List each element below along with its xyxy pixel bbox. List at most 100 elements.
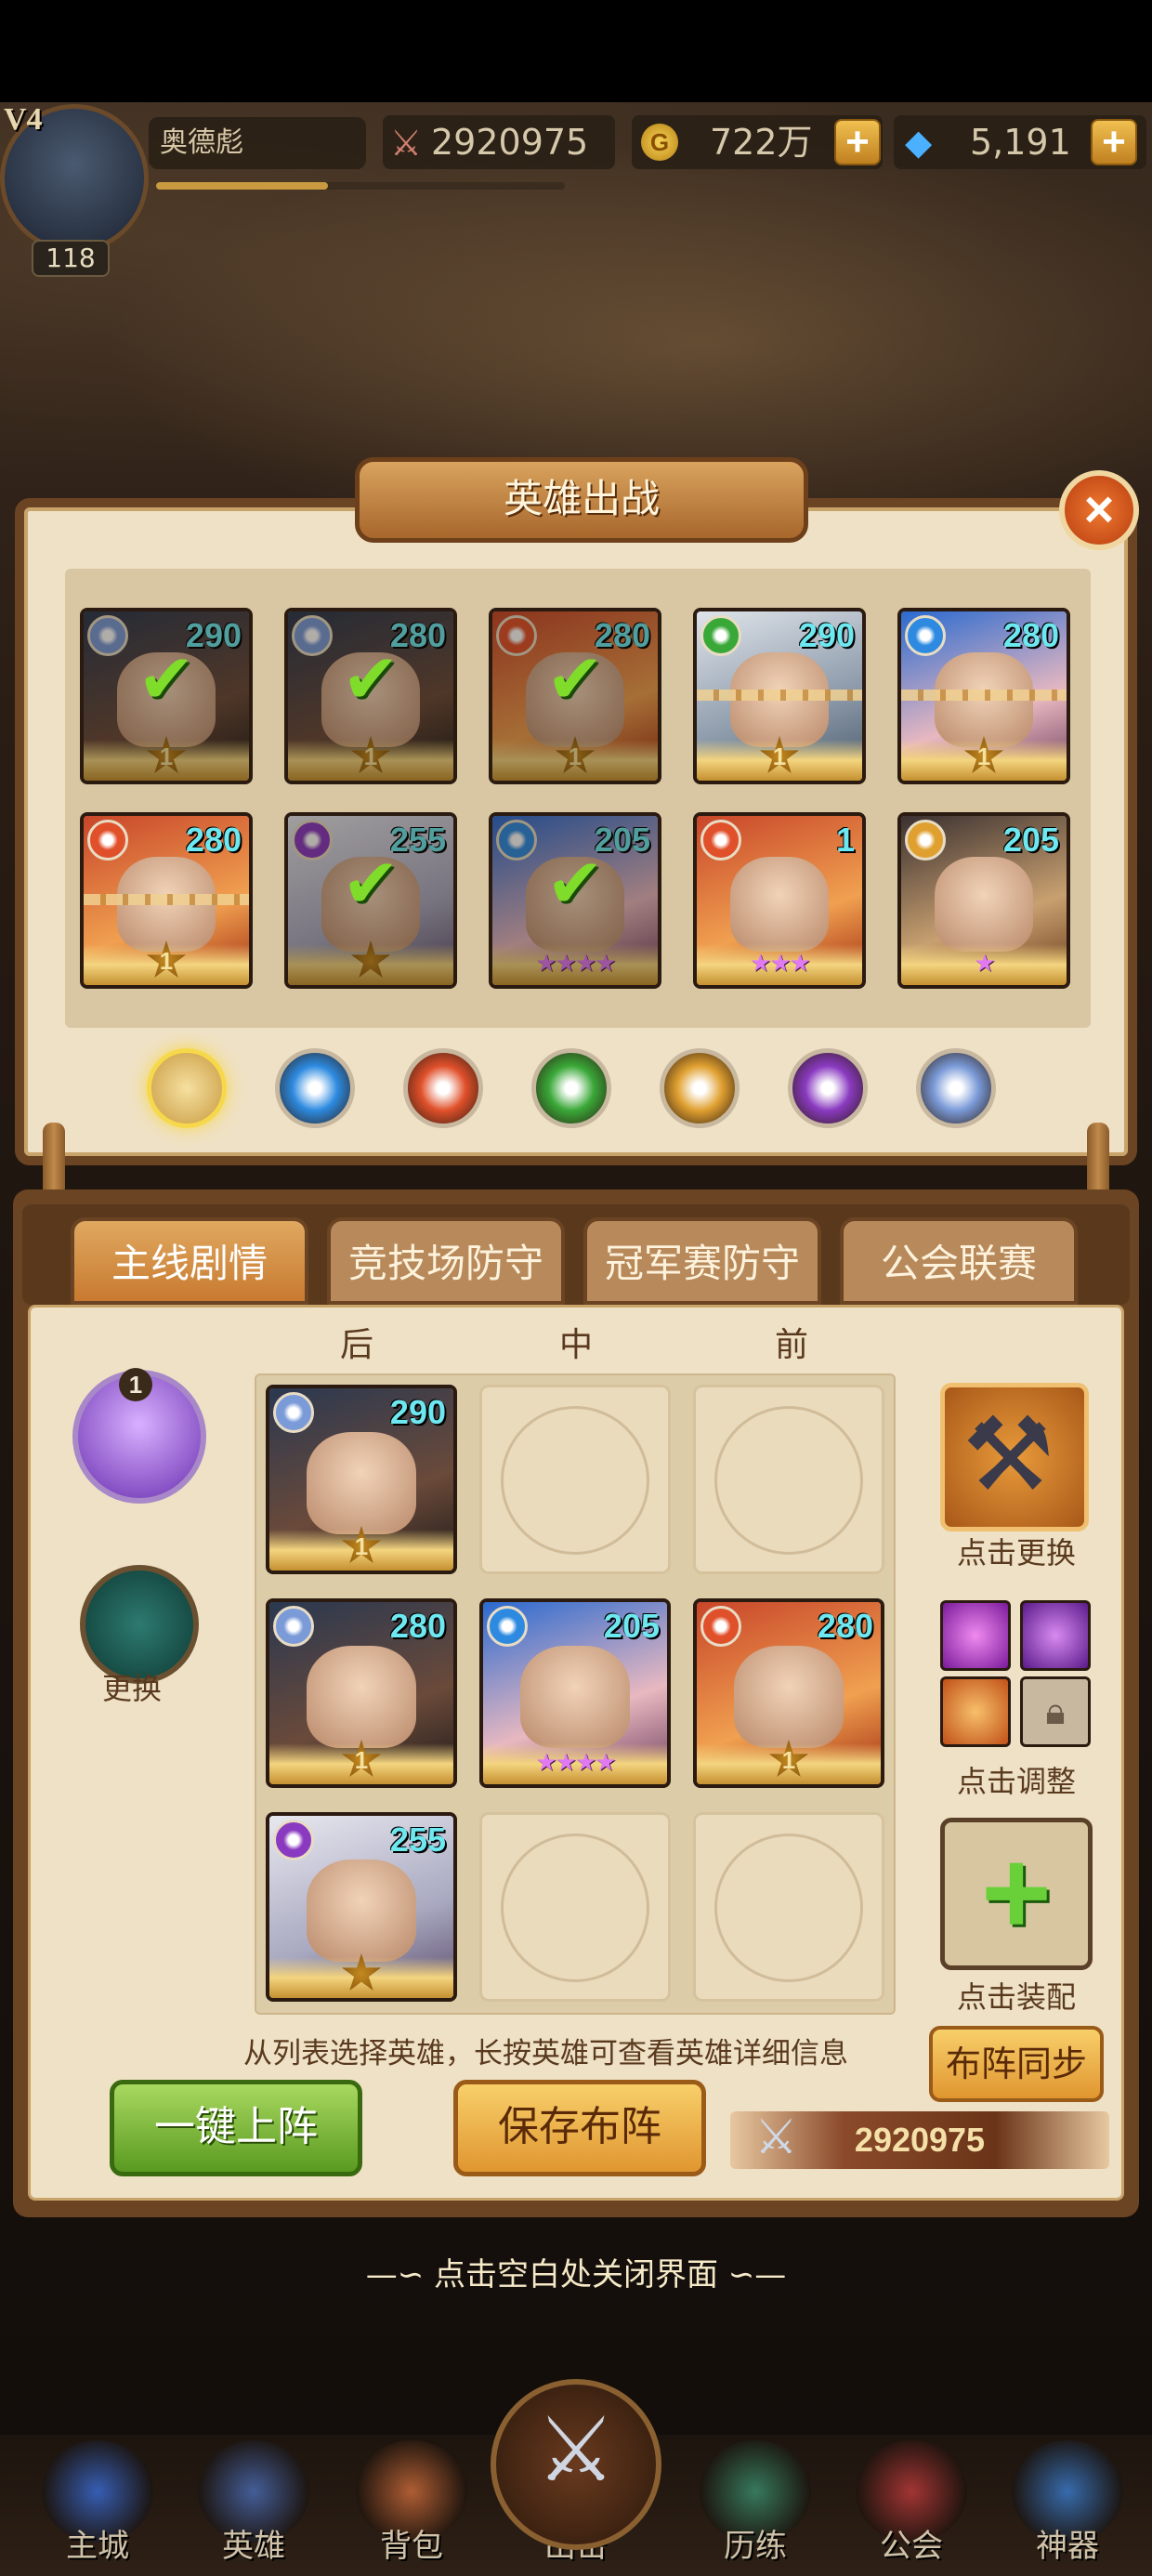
hero-card[interactable]: 290 1 ✔ (80, 608, 253, 784)
hero-card[interactable]: 280 1 (80, 812, 253, 989)
nav-label-4[interactable]: 历练 (686, 2520, 825, 2566)
nav-label-6[interactable]: 神器 (998, 2520, 1137, 2566)
hero-level: 1 (835, 821, 855, 859)
tab-championship-defense[interactable]: 冠军赛防守 (583, 1217, 821, 1305)
lock-icon: 🔒︎ (1020, 1676, 1091, 1747)
chain-icon (84, 893, 249, 905)
combat-power-value: 2920975 (431, 122, 589, 163)
filter-nature-icon[interactable] (531, 1048, 611, 1128)
checkmark-icon: ✔ (341, 843, 400, 924)
close-button[interactable]: × (1059, 470, 1139, 550)
crossed-swords-icon: ⚔ (535, 2398, 617, 2502)
add-gold-button[interactable]: + (834, 119, 881, 165)
element-icon-wind (273, 1606, 314, 1647)
hero-level: 290 (798, 616, 855, 654)
empty-slot-middle-1[interactable] (479, 1385, 671, 1574)
formation-hero-middle-2[interactable]: 205 ★★★★ (479, 1598, 671, 1788)
element-icon-fire (87, 820, 128, 861)
nav-label-5[interactable]: 公会 (842, 2520, 981, 2566)
slot-seal-icon (714, 1833, 863, 1982)
hero-face (306, 1646, 417, 1748)
checkmark-icon: ✔ (545, 638, 605, 719)
add-gem-button[interactable]: + (1091, 119, 1137, 165)
formation-hero-back-1[interactable]: 290 1 (266, 1385, 457, 1574)
formation-hero-front-2[interactable]: 280 1 (693, 1598, 884, 1788)
checkmark-icon: ✔ (137, 638, 196, 719)
empty-slot-front-1[interactable] (693, 1385, 884, 1574)
column-front-label: 前 (775, 1326, 809, 1364)
hero-level: 205 (603, 1607, 660, 1645)
element-icon-fire (700, 820, 741, 861)
change-label: 更换 (102, 1671, 163, 1706)
formation-hero-back-2[interactable]: 280 1 (266, 1598, 457, 1788)
nav-label-2[interactable]: 背包 (342, 2520, 481, 2566)
filter-wind-icon[interactable] (916, 1048, 996, 1128)
hero-card[interactable]: 205 ★★★★ ✔ (489, 812, 661, 989)
tab-arena-defense[interactable]: 竞技场防守 (327, 1217, 565, 1305)
weapon-change-label: 点击更换 (957, 1535, 1077, 1571)
slot-seal-icon (714, 1406, 863, 1555)
filter-all-icon[interactable] (147, 1048, 227, 1128)
hero-card[interactable]: 280 1 ✔ (489, 608, 661, 784)
hero-card[interactable]: 290 1 (693, 608, 866, 784)
hero-face (306, 1432, 417, 1534)
equip-label: 点击装配 (957, 1979, 1077, 2015)
slot-seal-icon (501, 1833, 649, 1982)
hero-level: 290 (389, 1393, 446, 1431)
diamond-icon: ◆ (905, 122, 933, 163)
exp-bar-fill (156, 182, 328, 190)
hero-card[interactable]: 280 1 (897, 608, 1070, 784)
element-icon-dark (273, 1820, 314, 1860)
element-icon-water (905, 615, 946, 656)
empty-slot-middle-3[interactable] (479, 1812, 671, 2002)
hero-face (519, 1646, 631, 1748)
panel-title: 英雄出战 (355, 457, 808, 543)
player-level: 118 (32, 240, 110, 277)
close-hint[interactable]: —∽ 点击空白处关闭界面 ∽— (0, 2249, 1152, 2294)
hero-face (306, 1860, 417, 1962)
gem-value: 5,191 (970, 122, 1071, 163)
empty-slot-front-3[interactable] (693, 1812, 884, 2002)
tab-main-story[interactable]: 主线剧情 (71, 1217, 308, 1305)
hero-level: 280 (817, 1607, 873, 1645)
hero-card[interactable]: 205 ★ (897, 812, 1070, 989)
hero-face (733, 1646, 844, 1748)
skill-slot-1[interactable] (940, 1600, 1011, 1671)
formation-hero-back-3[interactable]: 255 (266, 1812, 457, 2002)
filter-dark-icon[interactable] (788, 1048, 868, 1128)
checkmark-icon: ✔ (545, 843, 605, 924)
combat-power-icon: ⚔ (390, 123, 423, 164)
element-icon-water (487, 1606, 528, 1647)
hero-level: 255 (389, 1820, 446, 1859)
nav-label-1[interactable]: 英雄 (184, 2520, 323, 2566)
tab-guild-league[interactable]: 公会联赛 (840, 1217, 1078, 1305)
skill-slot-2[interactable] (1020, 1600, 1091, 1671)
save-formation-button[interactable]: 保存布阵 (453, 2080, 706, 2176)
chain-icon (697, 689, 862, 701)
chain-icon (901, 689, 1067, 701)
filter-light-icon[interactable] (660, 1048, 740, 1128)
formation-sync-button[interactable]: 布阵同步 (929, 2026, 1104, 2102)
hero-card[interactable]: 280 1 ✔ (284, 608, 457, 784)
element-icon-light (905, 820, 946, 861)
hero-card[interactable]: 1 ★★★ (693, 812, 866, 989)
nav-label-0[interactable]: 主城 (28, 2520, 167, 2566)
skills-adjust-label: 点击调整 (957, 1764, 1077, 1799)
hero-level: 280 (1002, 616, 1059, 654)
mace-icon: ⚒ (962, 1395, 1054, 1514)
crossed-swords-icon: ⚔ (754, 2109, 798, 2165)
skill-slot-3[interactable] (940, 1676, 1011, 1747)
filter-fire-icon[interactable] (403, 1048, 483, 1128)
instruction-text: 从列表选择英雄，长按英雄可查看英雄详细信息 (243, 2037, 848, 2070)
star-rating: ★ (974, 950, 995, 978)
filter-water-icon[interactable] (275, 1048, 355, 1128)
plus-icon: + (981, 1824, 1052, 1960)
element-icon-nature (700, 615, 741, 656)
player-name: 奥德彪 (149, 117, 366, 169)
auto-deploy-button[interactable]: 一键上阵 (110, 2080, 362, 2176)
star-rating: ★★★★ (535, 1749, 616, 1777)
vip-label: V4 (4, 102, 43, 137)
slot-seal-icon (501, 1406, 649, 1555)
hero-card[interactable]: 255 ✔ (284, 812, 457, 989)
element-icon-fire (700, 1606, 741, 1647)
